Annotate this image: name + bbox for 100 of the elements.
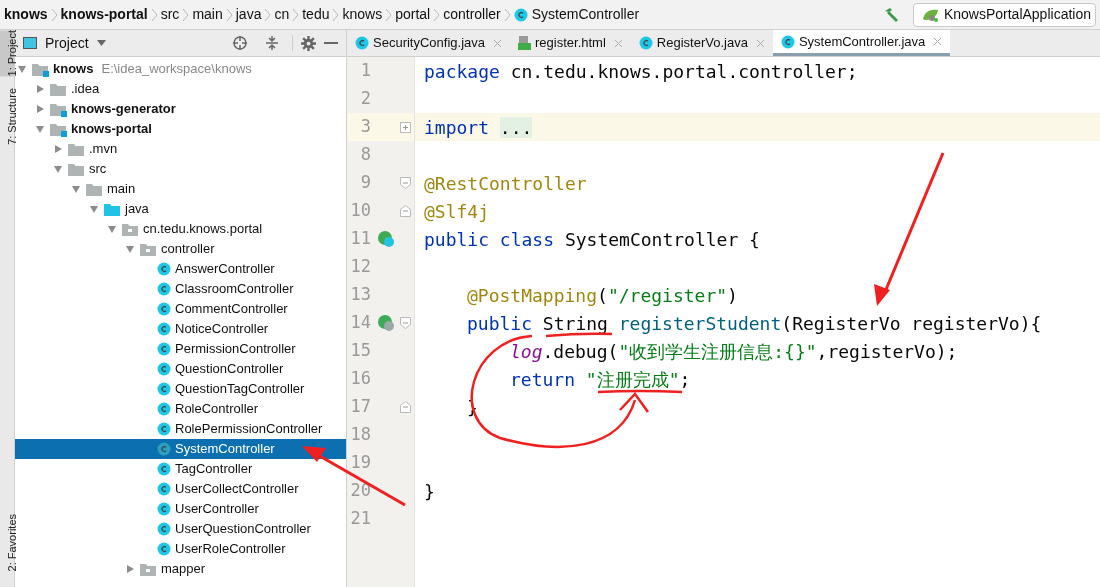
class-icon [157,382,171,396]
editor-tab[interactable]: register.html [510,30,631,56]
tree-item[interactable]: UserController [15,499,346,519]
breadcrumb-item[interactable]: SystemController [513,4,640,25]
expanded-caret-icon[interactable] [17,64,27,74]
code-line: public class SystemController { [424,229,760,249]
side-tab[interactable]: 7: Structure [0,88,14,146]
window-icon [23,37,37,49]
line-number: 1 [359,59,371,83]
chevron-icon [150,7,158,22]
tree-item-label: cn.tedu.knows.portal [143,220,263,239]
close-icon[interactable] [613,38,623,48]
tree-item[interactable]: QuestionTagController [15,379,346,399]
tree-item[interactable]: PermissionController [15,339,346,359]
code-line: return "注册完成"; [510,369,691,389]
tree-item[interactable]: cn.tedu.knows.portal [15,219,346,239]
collapsed-caret-icon[interactable] [53,144,63,154]
expanded-caret-icon[interactable] [89,204,99,214]
tree-item-label: UserRoleController [175,540,286,559]
expanded-caret-icon[interactable] [53,164,63,174]
expanded-caret-icon[interactable] [107,224,117,234]
tree-item[interactable]: ClassroomController [15,279,346,299]
run-configuration-button[interactable]: KnowsPortalApplication [912,2,1096,27]
collapse-all-icon[interactable] [264,35,280,51]
tree-item[interactable]: knows-portal [15,119,346,139]
tree-item[interactable]: java [15,199,346,219]
tree-item[interactable]: UserQuestionController [15,519,346,539]
breadcrumb-item[interactable]: cn [274,4,290,25]
locate-icon[interactable] [232,35,248,51]
tree-item[interactable]: QuestionController [15,359,346,379]
tree-item[interactable]: RolePermissionController [15,419,346,439]
fold-expand-icon[interactable] [400,121,411,133]
line-number: 20 [349,479,371,503]
folder-icon [67,141,85,157]
breadcrumb-item[interactable]: tedu [302,4,330,25]
line-number: 17 [349,395,371,419]
tree-item[interactable]: UserCollectController [15,479,346,499]
folder-icon [49,81,67,97]
tree-item[interactable]: knows E:\idea_workspace\knows [15,59,346,79]
tree-item[interactable]: main [15,179,346,199]
class-icon [157,322,171,336]
class-icon [513,7,528,22]
fold-end-icon[interactable] [400,205,411,217]
breadcrumb-item[interactable]: knows [4,4,48,25]
expanded-caret-icon[interactable] [35,124,45,134]
breadcrumb-item[interactable]: src [160,4,180,25]
tree-item[interactable]: RoleController [15,399,346,419]
tree-item[interactable]: SystemController [15,439,346,459]
fold-end-icon[interactable] [400,401,411,413]
side-tab[interactable]: 2: Favorites [0,513,14,571]
breadcrumb-item[interactable]: knows-portal [60,4,148,25]
line-number: 9 [359,171,371,195]
tree-item[interactable]: src [15,159,346,179]
bean-gutter-icon[interactable] [377,230,395,248]
class-icon [780,34,795,49]
line-number: 10 [349,199,371,223]
tree-item[interactable]: AnswerController [15,259,346,279]
class-icon [157,462,171,476]
breadcrumb-item[interactable]: portal [395,4,431,25]
tree-item[interactable]: UserRoleController [15,539,346,559]
editor-tab[interactable]: RegisterVo.java [630,30,773,56]
package-icon [139,241,157,257]
editor-tab[interactable]: SecurityConfig.java [347,30,510,56]
breadcrumb-item[interactable]: java [235,4,262,25]
breadcrumb-item[interactable]: main [192,4,223,25]
tree-item-label: main [107,180,136,199]
fold-icon[interactable] [400,177,411,189]
tree-item[interactable]: .idea [15,79,346,99]
tree-item[interactable]: .mvn [15,139,346,159]
close-icon[interactable] [493,38,502,48]
collapsed-caret-icon[interactable] [35,84,45,94]
web-gutter-icon[interactable] [377,314,395,332]
expanded-caret-icon[interactable] [71,184,81,194]
html-file-icon [518,36,531,50]
tree-item[interactable]: TagController [15,459,346,479]
settings-icon[interactable] [301,35,316,51]
tree-item-label: java [125,200,149,219]
package-icon [139,561,157,577]
minimize-icon[interactable] [324,41,338,45]
tree-item[interactable]: NoticeController [15,319,346,339]
project-view-dropdown[interactable]: Project [45,32,106,54]
tree-item-label: QuestionTagController [175,380,305,399]
collapsed-caret-icon[interactable] [125,564,135,574]
chevron-icon [332,7,340,22]
close-icon[interactable] [933,37,943,46]
line-number: 11 [349,227,371,251]
code-line: log.debug("收到学生注册信息:{}",registerVo); [510,341,958,361]
class-icon [157,522,171,536]
breadcrumb-item[interactable]: controller [443,4,501,25]
tree-item[interactable]: mapper [15,559,346,579]
breadcrumb-item[interactable]: knows [342,4,383,25]
tree-item[interactable]: knows-generator [15,99,346,119]
close-icon[interactable] [755,38,765,48]
collapsed-caret-icon[interactable] [35,104,45,114]
editor-tab[interactable]: SystemController.java [772,30,951,56]
expanded-caret-icon[interactable] [125,244,135,254]
tree-item[interactable]: CommentController [15,299,346,319]
tree-item[interactable]: controller [15,239,346,259]
chevron-icon [225,7,233,22]
fold-icon[interactable] [400,317,411,329]
